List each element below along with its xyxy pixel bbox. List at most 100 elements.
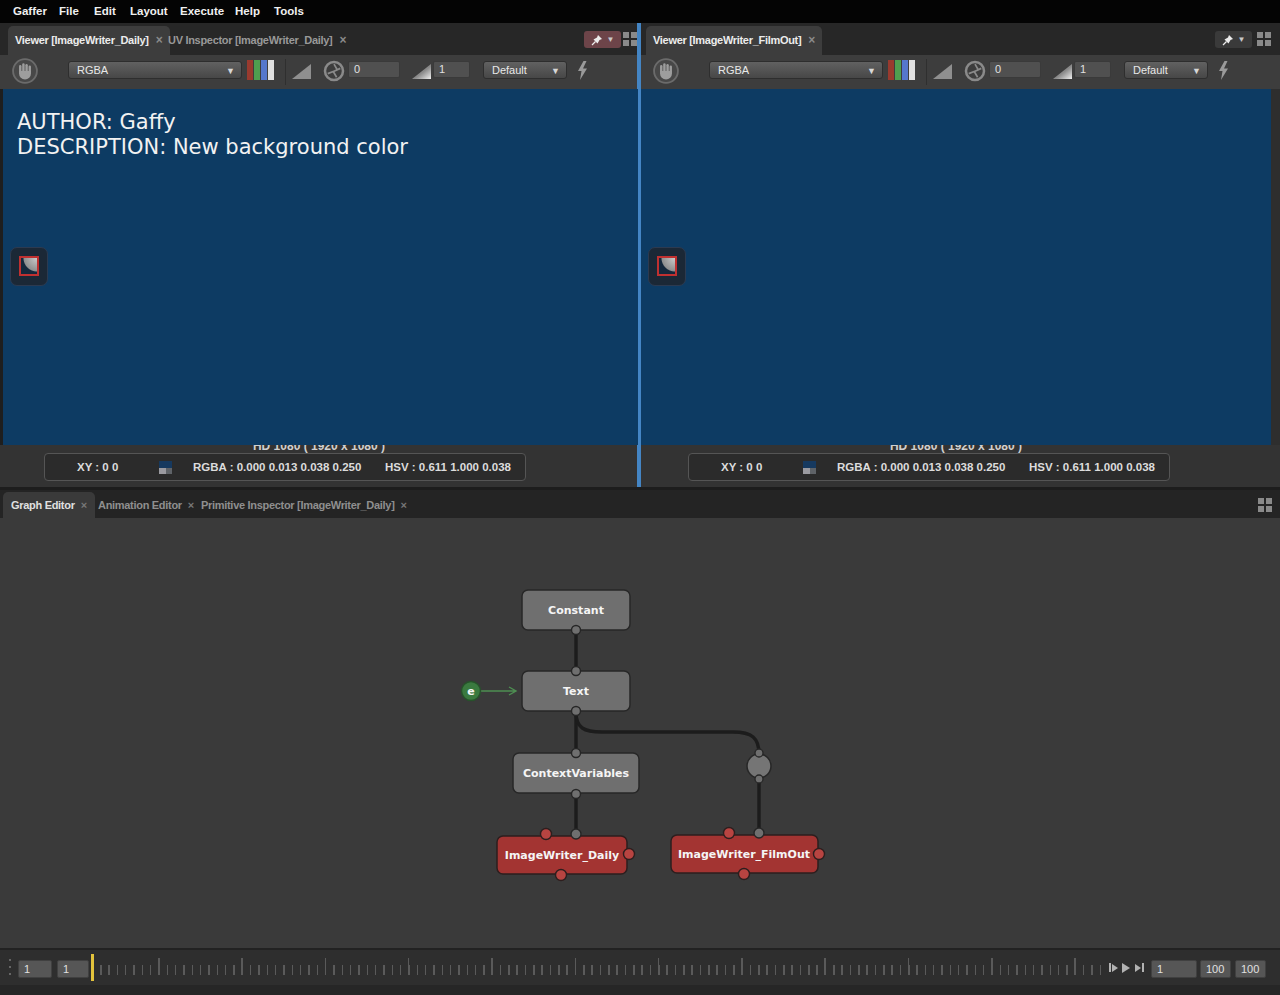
plug[interactable] <box>724 828 735 839</box>
plug[interactable] <box>572 707 581 716</box>
range-end-field[interactable]: 100 <box>1200 960 1231 978</box>
bottom-tabbar: Graph Editor× Animation Editor× Primitiv… <box>0 490 1280 518</box>
node-image-writer-filmout[interactable]: ImageWriter_FilmOut <box>671 828 825 880</box>
plug[interactable] <box>624 849 635 860</box>
display-window-button[interactable] <box>648 247 686 286</box>
plug[interactable] <box>572 749 581 758</box>
display-transform-dropdown[interactable]: Default ▼ <box>1124 61 1208 79</box>
close-icon[interactable]: × <box>339 33 346 47</box>
channel-colors-icon[interactable] <box>247 60 276 80</box>
svg-text:Text: Text <box>563 685 589 698</box>
pin-button[interactable]: ▼ <box>584 31 621 48</box>
layout-grid-icon[interactable] <box>1258 498 1272 512</box>
hsv-readout: HSV : 0.611 1.000 0.038 <box>385 454 511 480</box>
menu-layout[interactable]: Layout <box>130 0 168 23</box>
plug[interactable] <box>572 626 581 635</box>
channel-dropdown[interactable]: RGBA ▼ <box>68 61 242 79</box>
tab-graph-editor[interactable]: Graph Editor× <box>3 492 95 518</box>
playback-end-value: 100 <box>1241 963 1259 975</box>
display-window-button[interactable] <box>10 247 48 286</box>
gamma-icon[interactable] <box>412 64 431 79</box>
tab-label: Primitive Inspector [ImageWriter_Daily] <box>201 499 395 511</box>
tab-uv-inspector[interactable]: UV Inspector [ImageWriter_Daily] × <box>161 26 353 55</box>
tab-label: Viewer [ImageWriter_Daily] <box>15 34 149 46</box>
plug[interactable] <box>556 870 567 881</box>
graph-editor-canvas[interactable]: e Constant Text ContextVariables <box>0 518 1280 948</box>
separator <box>285 59 286 85</box>
pin-button[interactable]: ▼ <box>1215 31 1252 48</box>
pan-hand-icon[interactable] <box>11 57 39 85</box>
lightning-icon[interactable] <box>577 61 588 80</box>
tab-label: UV Inspector [ImageWriter_Daily] <box>168 34 332 46</box>
frame-field[interactable]: 1 <box>57 960 89 978</box>
current-frame-field[interactable]: 1 <box>18 960 52 978</box>
display-transform-dropdown[interactable]: Default ▼ <box>483 61 567 79</box>
exposure-icon[interactable] <box>323 60 345 82</box>
chevron-down-icon: ▼ <box>1192 63 1201 79</box>
menu-execute[interactable]: Execute <box>180 0 224 23</box>
node-context-variables[interactable]: ContextVariables <box>513 749 639 799</box>
gaffer-window: Gaffer File Edit Layout Execute Help Too… <box>0 0 1280 995</box>
plug[interactable] <box>541 829 552 840</box>
viewer-left-toolbar: RGBA ▼ 0 1 <box>0 55 638 89</box>
menu-edit[interactable]: Edit <box>94 0 116 23</box>
close-icon[interactable]: × <box>81 499 87 511</box>
plug[interactable] <box>755 749 763 757</box>
gamma-value: 1 <box>1080 63 1086 75</box>
range-start-field[interactable]: 1 <box>1151 960 1197 978</box>
plug[interactable] <box>571 829 581 839</box>
layout-grid-icon[interactable] <box>623 32 637 46</box>
viewer-right-image[interactable] <box>641 89 1271 445</box>
svg-text:ImageWriter_FilmOut: ImageWriter_FilmOut <box>678 848 810 861</box>
lightning-icon[interactable] <box>1218 61 1229 80</box>
exposure-field[interactable]: 0 <box>348 61 400 78</box>
menu-file[interactable]: File <box>59 0 79 23</box>
layout-grid-icon[interactable] <box>1257 32 1271 46</box>
tab-primitive-inspector[interactable]: Primitive Inspector [ImageWriter_Daily] × <box>193 492 415 518</box>
node-dot[interactable] <box>747 749 771 783</box>
skip-to-start-button[interactable] <box>1109 963 1118 972</box>
gamma-field[interactable]: 1 <box>433 61 470 78</box>
menu-gaffer[interactable]: Gaffer <box>13 0 47 23</box>
clipping-icon[interactable] <box>292 64 311 79</box>
playhead[interactable] <box>91 954 94 981</box>
plug[interactable] <box>572 667 581 676</box>
chevron-down-icon: ▼ <box>1238 35 1246 44</box>
menu-bar: Gaffer File Edit Layout Execute Help Too… <box>0 0 1280 23</box>
close-icon[interactable]: × <box>401 499 407 511</box>
channel-dropdown[interactable]: RGBA ▼ <box>709 61 883 79</box>
range-end-value: 100 <box>1206 963 1224 975</box>
svg-text:Constant: Constant <box>548 604 604 617</box>
node-text[interactable]: Text <box>522 667 630 716</box>
close-icon[interactable]: × <box>808 33 815 47</box>
node-image-writer-daily[interactable]: ImageWriter_Daily <box>497 829 635 881</box>
viewer-left-tabbar: Viewer [ImageWriter_Daily]× UV Inspector… <box>0 23 638 55</box>
menu-tools[interactable]: Tools <box>274 0 304 23</box>
exposure-icon[interactable] <box>964 60 986 82</box>
channel-value: RGBA <box>718 64 749 76</box>
play-button[interactable] <box>1122 963 1130 973</box>
drag-handle[interactable] <box>9 959 11 977</box>
plug[interactable] <box>754 828 764 838</box>
plug[interactable] <box>739 869 750 880</box>
clipping-icon[interactable] <box>933 64 952 79</box>
gamma-field[interactable]: 1 <box>1074 61 1111 78</box>
rgba-readout: RGBA : 0.000 0.013 0.038 0.250 <box>193 454 361 480</box>
plug[interactable] <box>755 775 763 783</box>
pan-hand-icon[interactable] <box>652 57 680 85</box>
expression-node[interactable]: e <box>462 682 517 701</box>
plug[interactable] <box>814 849 825 860</box>
viewer-left-image[interactable]: AUTHOR: Gaffy DESCRIPTION: New backgroun… <box>3 89 638 445</box>
plug[interactable] <box>572 790 581 799</box>
node-constant[interactable]: Constant <box>522 590 630 635</box>
pixel-color-swatch <box>803 461 816 474</box>
tab-viewer-imagewriter-filmout[interactable]: Viewer [ImageWriter_FilmOut]× <box>646 26 822 55</box>
playback-end-field[interactable]: 100 <box>1235 960 1266 978</box>
tab-animation-editor[interactable]: Animation Editor× <box>90 492 202 518</box>
gamma-icon[interactable] <box>1053 64 1072 79</box>
tab-viewer-imagewriter-daily[interactable]: Viewer [ImageWriter_Daily]× <box>8 26 170 55</box>
exposure-field[interactable]: 0 <box>989 61 1041 78</box>
channel-colors-icon[interactable] <box>888 60 917 80</box>
skip-to-end-button[interactable] <box>1135 963 1144 972</box>
menu-help[interactable]: Help <box>235 0 260 23</box>
